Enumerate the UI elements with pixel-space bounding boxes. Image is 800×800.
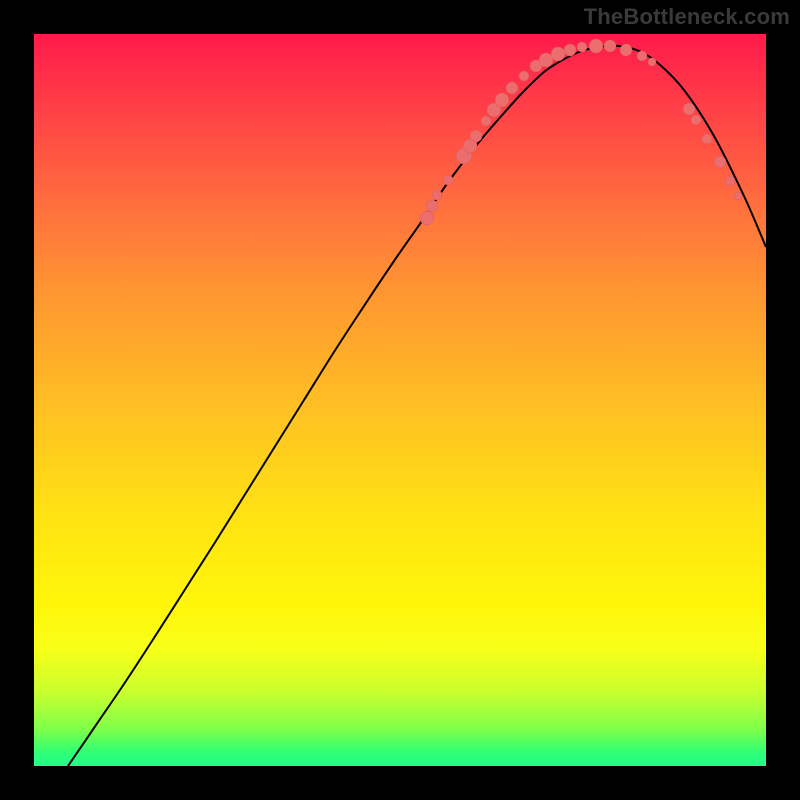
plot-area (34, 34, 766, 766)
watermark-text: TheBottleneck.com (584, 4, 790, 30)
curve-marker (481, 116, 491, 126)
curve-marker (725, 176, 735, 186)
curve-marker (714, 156, 726, 168)
curve-layer-svg (34, 34, 766, 766)
curve-marker (691, 115, 701, 125)
curve-marker (432, 190, 442, 200)
curve-marker (426, 200, 438, 212)
curve-marker (564, 44, 576, 56)
curve-marker (495, 93, 509, 107)
curve-marker (506, 82, 518, 94)
curve-marker (734, 192, 742, 200)
curve-marker (637, 51, 647, 61)
curve-markers-group (420, 39, 742, 225)
curve-marker (589, 39, 603, 53)
curve-marker (683, 103, 695, 115)
curve-marker (443, 175, 453, 185)
curve-marker (702, 134, 712, 144)
curve-marker (620, 44, 632, 56)
bottleneck-curve (68, 46, 766, 766)
curve-marker (519, 71, 529, 81)
curve-marker (420, 211, 434, 225)
curve-marker (648, 58, 656, 66)
chart-frame: TheBottleneck.com (0, 0, 800, 800)
curve-marker (604, 40, 616, 52)
curve-marker (470, 130, 482, 142)
curve-marker (551, 47, 565, 61)
curve-marker (577, 42, 587, 52)
